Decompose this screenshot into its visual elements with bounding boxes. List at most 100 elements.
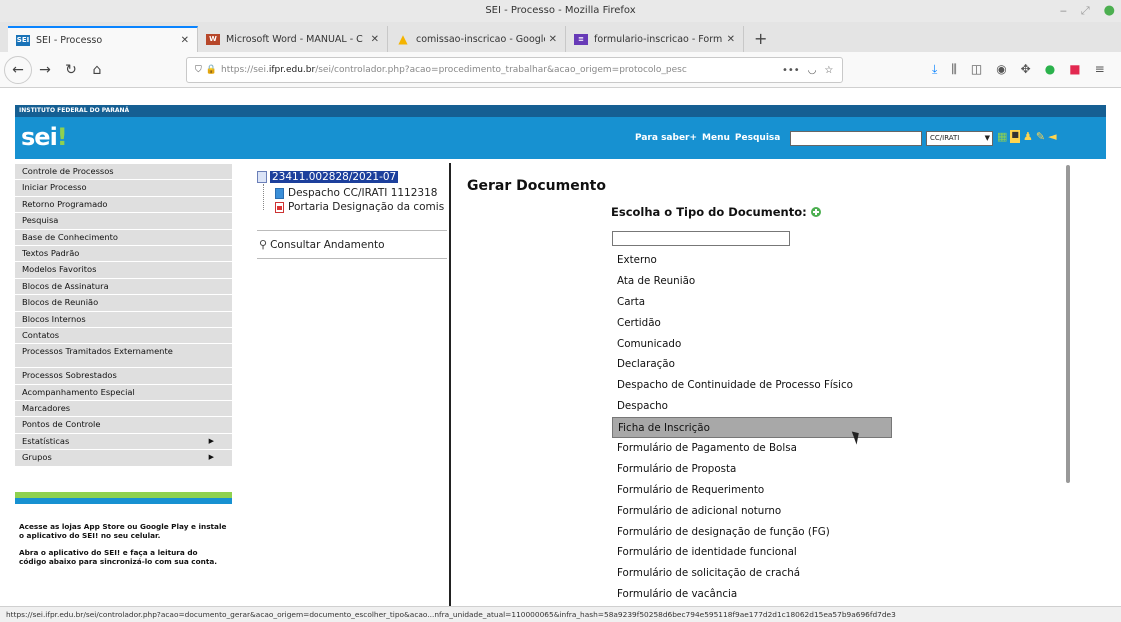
- link-menu[interactable]: Menu: [702, 133, 730, 143]
- notification-icon[interactable]: ■: [1010, 130, 1020, 143]
- menu-item-base-conhecimento[interactable]: Base de Conhecimento: [15, 229, 232, 246]
- menu-item-pontos-controle[interactable]: Pontos de Controle: [15, 417, 232, 434]
- menu-item-controle-processos[interactable]: Controle de Processos: [15, 164, 232, 181]
- promo-text-store: Acesse as lojas App Store ou Google Play…: [19, 522, 227, 540]
- address-bar[interactable]: ⛉ 🔒 https://sei.ifpr.edu.br/sei/controla…: [186, 57, 843, 83]
- menu-item-iniciar-processo[interactable]: Iniciar Processo: [15, 180, 232, 197]
- tab-sei-processo[interactable]: SEI SEI - Processo ✕: [8, 26, 198, 52]
- header-links: Para saber+ Menu Pesquisa: [635, 133, 780, 143]
- sei-header: sei! Para saber+ Menu Pesquisa CC/IRATI …: [15, 117, 1106, 159]
- menu-icon[interactable]: ≡: [1095, 62, 1105, 77]
- close-window-icon[interactable]: ●: [1104, 0, 1115, 22]
- doc-type-item-highlighted[interactable]: Ficha de Inscrição: [612, 417, 892, 439]
- doc-type-filter-input[interactable]: [612, 231, 790, 246]
- google-forms-icon: ≡: [574, 33, 588, 45]
- page-actions-icon[interactable]: •••: [782, 65, 800, 76]
- bookmark-star-icon[interactable]: ☆: [824, 65, 833, 76]
- extension-icon[interactable]: ✥: [1021, 62, 1031, 77]
- tree-doc-despacho[interactable]: Despacho CC/IRATI 1112318: [257, 186, 447, 200]
- lock-icon[interactable]: 🔒: [206, 65, 217, 75]
- doc-type-item[interactable]: Formulário de Proposta: [612, 459, 902, 480]
- sei-logo[interactable]: sei!: [21, 123, 68, 151]
- tab-label: formulario-inscricao - Formu: [594, 33, 723, 45]
- menu-item-marcadores[interactable]: Marcadores: [15, 401, 232, 418]
- content-scrollbar[interactable]: [1066, 165, 1070, 483]
- menu-item-retorno-programado[interactable]: Retorno Programado: [15, 196, 232, 214]
- menu-item-pesquisa[interactable]: Pesquisa: [15, 213, 232, 230]
- menu-item-blocos-internos[interactable]: Blocos Internos: [15, 311, 232, 328]
- user-icon[interactable]: ♟: [1023, 130, 1033, 143]
- doc-type-item[interactable]: Ata de Reunião: [612, 271, 902, 292]
- process-number[interactable]: 23411.002828/2021-07: [270, 171, 399, 183]
- grid-icon[interactable]: ▦: [997, 130, 1007, 143]
- link-pesquisa[interactable]: Pesquisa: [735, 133, 780, 143]
- doc-type-item[interactable]: Formulário de designação de função (FG): [612, 522, 902, 543]
- menu-item-grupos[interactable]: Grupos ▶: [15, 450, 232, 467]
- pocket-icon[interactable]: ◡: [808, 65, 817, 76]
- close-tab-icon[interactable]: ✕: [371, 34, 379, 45]
- download-icon[interactable]: ⤓: [932, 62, 937, 77]
- close-tab-icon[interactable]: ✕: [181, 35, 189, 46]
- doc-type-item[interactable]: Externo: [612, 250, 902, 271]
- extension-icon[interactable]: ■: [1069, 62, 1080, 77]
- menu-item-estatisticas[interactable]: Estatísticas ▶: [15, 433, 232, 451]
- doc-type-item[interactable]: Formulário de adicional noturno: [612, 501, 902, 522]
- library-icon[interactable]: ⫼: [951, 62, 957, 77]
- tree-divider: [257, 258, 447, 259]
- header-icons: ▦ ■ ♟ ✎ ◄: [997, 130, 1057, 143]
- extension-icon[interactable]: ●: [1045, 62, 1055, 77]
- tree-doc-label[interactable]: Portaria Designação da comis: [288, 201, 444, 213]
- minimize-icon[interactable]: ‒: [1060, 0, 1067, 22]
- sei-favicon-icon: SEI: [16, 34, 30, 46]
- browser-navbar: ← → ↻ ⌂ ⛉ 🔒 https://sei.ifpr.edu.br/sei/…: [0, 52, 1121, 88]
- doc-type-item[interactable]: Formulário de solicitação de crachá: [612, 563, 902, 584]
- menu-item-textos-padrao[interactable]: Textos Padrão: [15, 245, 232, 263]
- tools-icon[interactable]: ✎: [1036, 130, 1045, 143]
- panel-separator[interactable]: [449, 163, 451, 606]
- menu-item-blocos-reuniao[interactable]: Blocos de Reunião: [15, 295, 232, 312]
- doc-type-item[interactable]: Formulário de vacância: [612, 584, 902, 605]
- dropdown-arrow-icon: ▼: [984, 134, 990, 142]
- consultar-andamento-link[interactable]: ⚲ Consultar Andamento: [259, 238, 385, 251]
- doc-type-item[interactable]: Formulário de Requerimento: [612, 480, 902, 501]
- tab-label: SEI - Processo: [36, 34, 103, 46]
- close-tab-icon[interactable]: ✕: [549, 34, 557, 45]
- doc-type-item[interactable]: Declaração: [612, 354, 902, 375]
- doc-type-item[interactable]: Despacho de Continuidade de Processo Fís…: [612, 375, 902, 396]
- browser-tabbar: SEI SEI - Processo ✕ W Microsoft Word - …: [0, 22, 1121, 52]
- close-tab-icon[interactable]: ✕: [727, 34, 735, 45]
- sidebar-icon[interactable]: ◫: [971, 62, 982, 77]
- add-circle-icon[interactable]: [810, 207, 821, 217]
- new-tab-button[interactable]: +: [744, 26, 777, 52]
- shield-icon[interactable]: ⛉: [195, 65, 202, 75]
- link-para-saber[interactable]: Para saber+: [635, 133, 697, 143]
- menu-item-processos-tramitados[interactable]: Processos Tramitados Externamente: [15, 344, 232, 369]
- forward-icon[interactable]: →: [32, 62, 58, 78]
- tab-google-forms[interactable]: ≡ formulario-inscricao - Formu ✕: [566, 26, 744, 52]
- extension-icon[interactable]: ◉: [996, 62, 1006, 77]
- back-icon[interactable]: ←: [4, 55, 32, 84]
- menu-item-blocos-assinatura[interactable]: Blocos de Assinatura: [15, 278, 232, 296]
- menu-item-acompanhamento-especial[interactable]: Acompanhamento Especial: [15, 384, 232, 402]
- doc-type-item[interactable]: Despacho: [612, 396, 902, 417]
- doc-type-item[interactable]: Formulário de identidade funcional: [612, 542, 902, 563]
- reload-icon[interactable]: ↻: [58, 62, 84, 78]
- link-status-bar: https://sei.ifpr.edu.br/sei/controlador.…: [0, 606, 1121, 622]
- tree-doc-portaria[interactable]: Portaria Designação da comis: [257, 200, 447, 214]
- doc-type-item[interactable]: Comunicado: [612, 334, 902, 355]
- unit-select[interactable]: CC/IRATI ▼: [926, 131, 993, 146]
- tree-doc-label[interactable]: Despacho CC/IRATI 1112318: [288, 187, 437, 199]
- tree-process-node[interactable]: 23411.002828/2021-07: [257, 170, 447, 184]
- home-icon[interactable]: ⌂: [84, 62, 110, 78]
- exit-icon[interactable]: ◄: [1048, 130, 1056, 143]
- maximize-icon[interactable]: ⤢: [1081, 0, 1090, 22]
- url-text[interactable]: https://sei.ifpr.edu.br/sei/controlador.…: [221, 65, 776, 75]
- doc-type-item[interactable]: Carta: [612, 292, 902, 313]
- doc-type-item[interactable]: Certidão: [612, 313, 902, 334]
- tab-word-manual[interactable]: W Microsoft Word - MANUAL - C ✕: [198, 26, 388, 52]
- menu-item-processos-sobrestados[interactable]: Processos Sobrestados: [15, 368, 232, 385]
- menu-item-contatos[interactable]: Contatos: [15, 327, 232, 345]
- header-search-input[interactable]: [790, 131, 922, 146]
- menu-item-modelos-favoritos[interactable]: Modelos Favoritos: [15, 262, 232, 279]
- tab-google-drive[interactable]: ▲ comissao-inscricao - Google D ✕: [388, 26, 566, 52]
